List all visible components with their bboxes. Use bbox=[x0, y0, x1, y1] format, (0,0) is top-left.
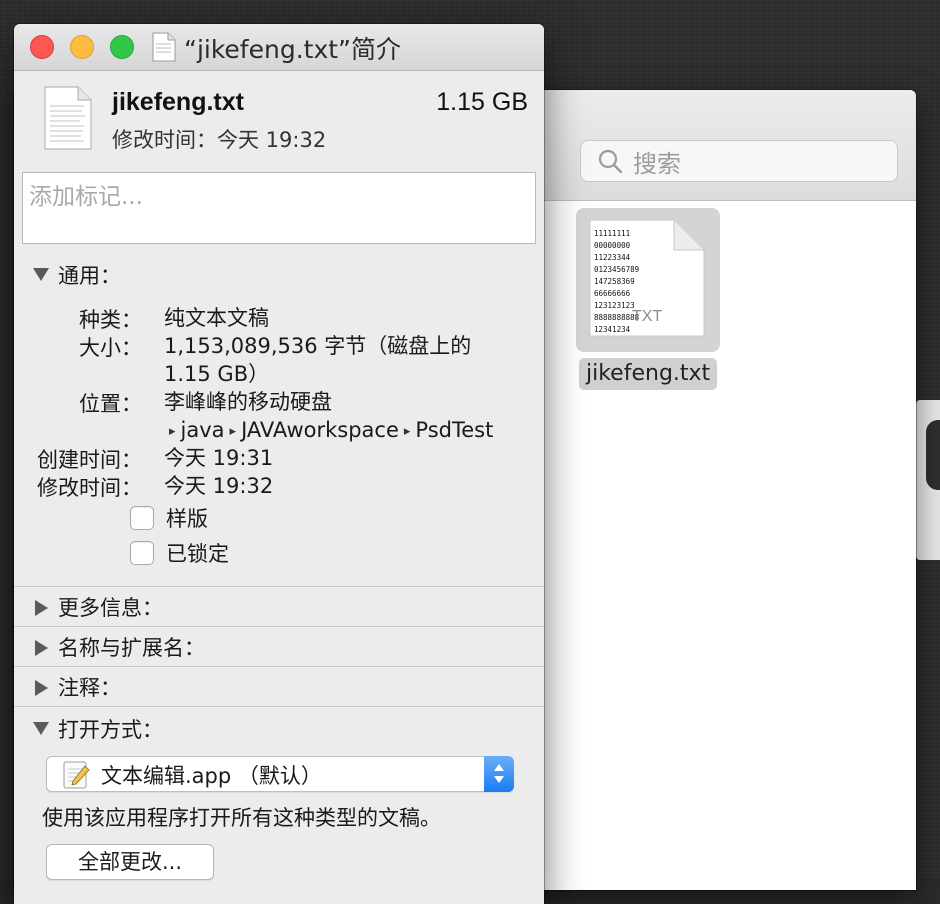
locked-label: 已锁定 bbox=[166, 542, 229, 566]
thumbnail-extension: TXT bbox=[632, 308, 663, 325]
location-part: PsdTest bbox=[415, 418, 494, 442]
open-with-app-select[interactable]: 文本编辑.app （默认） bbox=[46, 756, 514, 792]
kind-key: 种类： bbox=[79, 308, 142, 332]
section-divider bbox=[14, 706, 544, 707]
document-page-icon: 11111111 00000000 11223344 0123456789 14… bbox=[588, 218, 706, 338]
open-with-app-name: 文本编辑.app （默认） bbox=[101, 764, 322, 788]
section-divider bbox=[14, 666, 544, 667]
created-value: 今天 19:31 bbox=[164, 446, 274, 470]
path-separator-icon: ▸ bbox=[169, 424, 176, 439]
change-all-button[interactable]: 全部更改... bbox=[46, 844, 214, 880]
file-thumbnail: 11111111 00000000 11223344 0123456789 14… bbox=[576, 208, 720, 352]
desktop-icon-fragment bbox=[916, 400, 940, 560]
disclosure-triangle-collapsed-icon bbox=[35, 640, 48, 656]
location-part: java bbox=[180, 418, 225, 442]
section-name-ext-label: 名称与扩展名： bbox=[58, 636, 205, 660]
disclosure-triangle-collapsed-icon bbox=[35, 680, 48, 696]
document-icon bbox=[152, 32, 176, 66]
tags-input[interactable]: 添加标记... bbox=[22, 172, 536, 244]
tags-placeholder: 添加标记... bbox=[29, 184, 143, 210]
get-info-window: “jikefeng.txt”简介 jikefeng.txt 1.15 GB 修改… bbox=[14, 24, 544, 904]
size-key: 大小： bbox=[79, 336, 142, 360]
path-separator-icon: ▸ bbox=[403, 424, 411, 439]
section-comments-toggle[interactable]: 注释： bbox=[14, 668, 544, 708]
location-value: 李峰峰的移动硬盘 ▸ java ▸ JAVAworkspace ▸ PsdTest bbox=[164, 388, 493, 446]
window-title: “jikefeng.txt”简介 bbox=[184, 35, 402, 64]
location-part: JAVAworkspace bbox=[241, 418, 399, 442]
locked-checkbox[interactable] bbox=[130, 541, 154, 565]
section-general-label: 通用： bbox=[58, 264, 121, 288]
path-separator-icon: ▸ bbox=[229, 424, 237, 439]
textedit-app-icon bbox=[61, 760, 91, 794]
section-comments-label: 注释： bbox=[58, 676, 121, 700]
size-value: 1,153,089,536 字节（磁盘上的 1.15 GB） bbox=[164, 334, 472, 386]
close-button[interactable] bbox=[30, 35, 54, 59]
location-part: 李峰峰的移动硬盘 bbox=[164, 390, 332, 414]
modified-value: 今天 19:32 bbox=[164, 474, 274, 498]
stationery-label: 样版 bbox=[166, 507, 208, 531]
section-more-info-label: 更多信息： bbox=[58, 596, 163, 620]
open-with-description: 使用该应用程序打开所有这种类型的文稿。 bbox=[42, 806, 441, 830]
finder-search-field[interactable]: 搜索 bbox=[580, 140, 898, 182]
section-divider bbox=[14, 586, 544, 587]
search-icon bbox=[597, 148, 623, 174]
search-placeholder: 搜索 bbox=[633, 149, 681, 178]
section-open-with-label: 打开方式： bbox=[58, 718, 163, 742]
stationery-checkbox-row[interactable]: 样版 bbox=[130, 504, 208, 532]
section-more-info-toggle[interactable]: 更多信息： bbox=[14, 588, 544, 628]
kind-value: 纯文本文稿 bbox=[164, 306, 269, 330]
file-size: 1.15 GB bbox=[436, 88, 528, 116]
stationery-checkbox[interactable] bbox=[130, 506, 154, 530]
finder-file-item[interactable]: 11111111 00000000 11223344 0123456789 14… bbox=[576, 208, 720, 394]
location-key: 位置： bbox=[79, 392, 142, 416]
section-general-toggle[interactable]: 通用： bbox=[14, 256, 544, 296]
file-name-label: jikefeng.txt bbox=[579, 358, 718, 390]
zoom-button[interactable] bbox=[110, 35, 134, 59]
modified-key: 修改时间： bbox=[37, 476, 142, 500]
select-stepper-icon bbox=[484, 756, 514, 792]
minimize-button[interactable] bbox=[70, 35, 94, 59]
header-modified-time: 修改时间：今天 19:32 bbox=[112, 128, 327, 152]
disclosure-triangle-collapsed-icon bbox=[35, 600, 48, 616]
section-name-ext-toggle[interactable]: 名称与扩展名： bbox=[14, 628, 544, 668]
created-key: 创建时间： bbox=[37, 448, 142, 472]
title-bar[interactable]: “jikefeng.txt”简介 bbox=[14, 24, 544, 71]
document-icon bbox=[44, 86, 92, 154]
section-open-with-toggle[interactable]: 打开方式： bbox=[14, 710, 544, 750]
disclosure-triangle-expanded-icon bbox=[33, 268, 49, 281]
disclosure-triangle-expanded-icon bbox=[33, 722, 49, 735]
section-divider bbox=[14, 626, 544, 627]
locked-checkbox-row[interactable]: 已锁定 bbox=[130, 539, 229, 567]
file-name: jikefeng.txt bbox=[112, 88, 244, 116]
